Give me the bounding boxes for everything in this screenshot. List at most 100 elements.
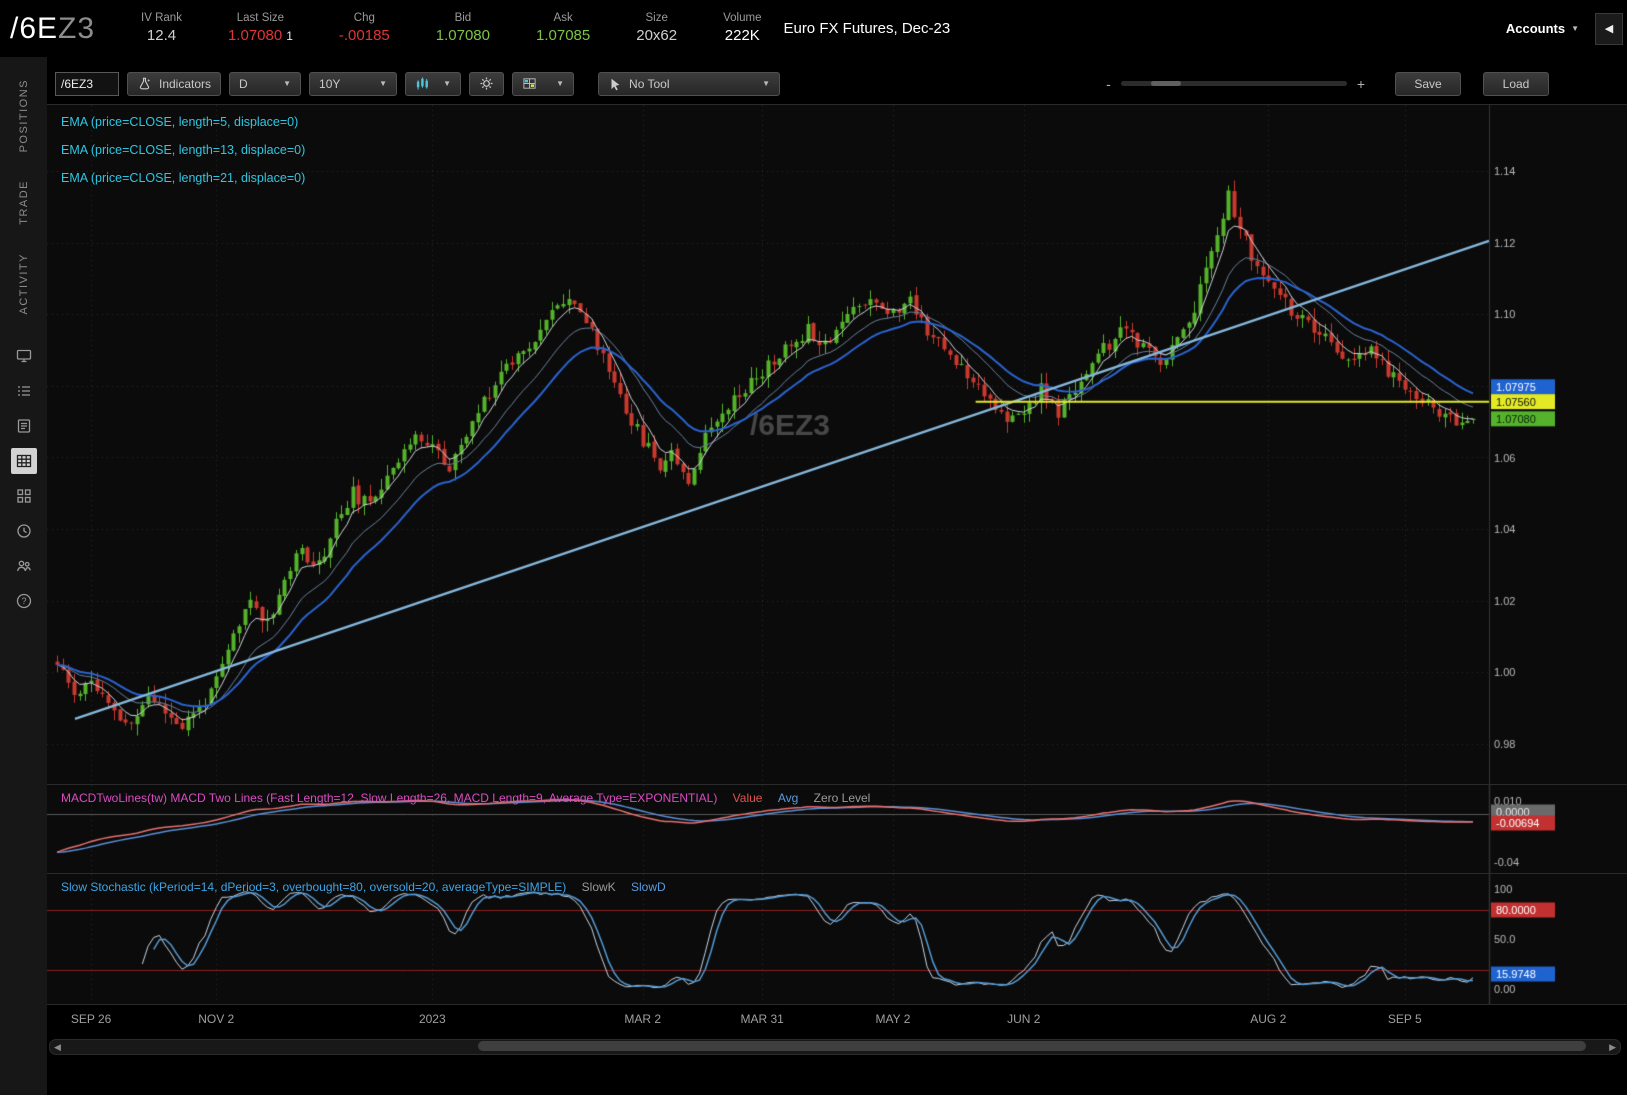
- sidebar-icon-rail: ?: [10, 343, 37, 614]
- accounts-label: Accounts: [1505, 21, 1566, 36]
- ema-21-label[interactable]: EMA (price=CLOSE, length=21, displace=0): [61, 171, 305, 185]
- range-value: 10Y: [319, 76, 341, 91]
- chevron-down-icon: ▼: [379, 79, 388, 88]
- stat-bid: Bid 1.07080: [436, 12, 490, 44]
- price-panel: EMA (price=CLOSE, length=5, displace=0) …: [47, 104, 1627, 784]
- chevron-left-icon: ◀: [1604, 23, 1614, 35]
- macd-title[interactable]: MACDTwoLines(tw) MACD Two Lines (Fast Le…: [61, 791, 717, 805]
- stat-value: 1.07080 1: [227, 27, 293, 45]
- zoom-slider-thumb[interactable]: [1150, 81, 1181, 86]
- chart-icon[interactable]: [10, 447, 37, 474]
- symbol-input[interactable]: [55, 71, 119, 96]
- ema-5-label[interactable]: EMA (price=CLOSE, length=5, displace=0): [61, 115, 305, 129]
- gear-icon: [480, 77, 493, 90]
- flask-icon: [139, 77, 151, 90]
- candlestick-chart-icon: [416, 77, 428, 90]
- stat-label: Volume: [723, 12, 762, 25]
- chart-settings-button[interactable]: [469, 71, 505, 96]
- slowd-token: SlowD: [631, 880, 666, 894]
- cursor-icon: [611, 78, 620, 90]
- stat-volume: Volume 222K: [723, 12, 761, 44]
- time-axis-label: JUN 2: [1007, 1012, 1041, 1026]
- indicators-button[interactable]: Indicators: [127, 71, 222, 96]
- indicators-label: Indicators: [159, 76, 212, 91]
- stat-iv-rank: IV Rank 12.4: [141, 12, 182, 44]
- zoom-in-label[interactable]: +: [1357, 76, 1365, 92]
- scrollbar-thumb[interactable]: [478, 1041, 1586, 1051]
- stat-label: Size: [645, 12, 668, 25]
- macd-zero-token: Zero Level: [813, 791, 871, 805]
- zoom-control: - +: [1106, 76, 1365, 92]
- chevron-down-icon: ▼: [556, 79, 565, 88]
- svg-text:?: ?: [21, 596, 26, 606]
- contract-description: Euro FX Futures, Dec-23: [783, 20, 951, 37]
- stat-value: -.00185: [338, 27, 390, 45]
- time-axis-label: MAR 31: [740, 1012, 784, 1026]
- people-icon[interactable]: [11, 553, 37, 579]
- load-button[interactable]: Load: [1483, 71, 1549, 96]
- header-symbol: /6EZ3: [10, 12, 95, 46]
- sidebar-tab-positions[interactable]: POSITIONS: [18, 65, 30, 166]
- slowk-token: SlowK: [581, 880, 616, 894]
- stat-value: 222K: [724, 27, 760, 45]
- grid-style-icon: [523, 78, 536, 89]
- accounts-menu[interactable]: Accounts ▼: [1506, 21, 1579, 36]
- stat-ask: Ask 1.07085: [536, 12, 590, 44]
- macd-panel: MACDTwoLines(tw) MACD Two Lines (Fast Le…: [47, 784, 1627, 873]
- monitor-icon[interactable]: [11, 343, 37, 369]
- chevron-down-icon: ▼: [283, 79, 292, 88]
- scroll-right-icon[interactable]: ▶: [1609, 1041, 1616, 1053]
- horizontal-scrollbar[interactable]: ◀ ▶: [49, 1039, 1621, 1055]
- stat-value: 12.4: [146, 27, 177, 45]
- range-dropdown[interactable]: 10Y ▼: [309, 71, 398, 96]
- watchlist-icon[interactable]: [11, 378, 37, 404]
- sidebar-tab-trade[interactable]: TRADE: [18, 166, 30, 239]
- tool-label: No Tool: [629, 76, 670, 91]
- time-axis-label: SEP 5: [1387, 1012, 1422, 1026]
- symbol-root: /6E: [10, 11, 59, 45]
- top-header: /6EZ3 IV Rank 12.4 Last Size 1.07080 1 Ch…: [0, 0, 1627, 57]
- symbol-expiry: Z3: [58, 11, 96, 45]
- stat-last-size: Last Size 1.07080 1: [228, 12, 293, 44]
- aggregation-dropdown[interactable]: D ▼: [229, 71, 302, 96]
- chevron-down-icon: ▼: [1571, 24, 1579, 33]
- chevron-down-icon: ▼: [762, 79, 771, 88]
- chart-content: Indicators D ▼ 10Y ▼ ▼ ▼: [47, 57, 1627, 1095]
- macd-avg-token: Avg: [777, 791, 799, 805]
- chart-type-dropdown[interactable]: ▼: [405, 71, 462, 96]
- chevron-down-icon: ▼: [443, 79, 452, 88]
- ema-13-label[interactable]: EMA (price=CLOSE, length=13, displace=0): [61, 143, 305, 157]
- collapse-panel-button[interactable]: ◀: [1595, 12, 1623, 45]
- grid-layout-dropdown[interactable]: ▼: [512, 71, 575, 96]
- stat-label: Chg: [353, 12, 375, 25]
- stat-value: 20x62: [636, 27, 678, 45]
- macd-value-token: Value: [732, 791, 763, 805]
- drawing-tool-dropdown[interactable]: No Tool ▼: [598, 71, 781, 96]
- zoom-slider[interactable]: [1120, 81, 1347, 86]
- left-sidebar: POSITIONS TRADE ACTIVITY ?: [0, 57, 47, 1095]
- stat-label: Bid: [454, 12, 472, 25]
- scroll-left-icon[interactable]: ◀: [54, 1041, 61, 1053]
- stat-value: 1.07080: [435, 27, 490, 45]
- clock-icon[interactable]: [11, 518, 37, 544]
- save-button[interactable]: Save: [1395, 71, 1461, 96]
- stat-label: Last Size: [236, 12, 285, 25]
- time-axis-label: NOV 2: [198, 1012, 235, 1026]
- macd-study-label: MACDTwoLines(tw) MACD Two Lines (Fast Le…: [61, 791, 870, 805]
- apps-icon[interactable]: [11, 483, 37, 509]
- time-axis-label: 2023: [418, 1012, 446, 1026]
- stat-value: 1.07085: [536, 27, 591, 45]
- stochastic-title[interactable]: Slow Stochastic (kPeriod=14, dPeriod=3, …: [61, 880, 566, 894]
- help-icon[interactable]: ?: [11, 588, 37, 614]
- aggregation-value: D: [239, 76, 248, 91]
- main-area: POSITIONS TRADE ACTIVITY ? /6EZ3 Indicat…: [0, 57, 1627, 1095]
- ema-study-labels: EMA (price=CLOSE, length=5, displace=0) …: [61, 115, 305, 199]
- zoom-out-label[interactable]: -: [1106, 76, 1111, 92]
- sidebar-tab-activity[interactable]: ACTIVITY: [18, 239, 30, 329]
- stochastic-study-label: Slow Stochastic (kPeriod=14, dPeriod=3, …: [61, 880, 666, 894]
- clipboard-icon[interactable]: [11, 413, 37, 439]
- stat-size: Size 20x62: [636, 12, 677, 44]
- chart-toolbar: Indicators D ▼ 10Y ▼ ▼ ▼: [47, 57, 1627, 104]
- price-chart-canvas[interactable]: [47, 105, 1627, 784]
- stat-chg: Chg -.00185: [339, 12, 390, 44]
